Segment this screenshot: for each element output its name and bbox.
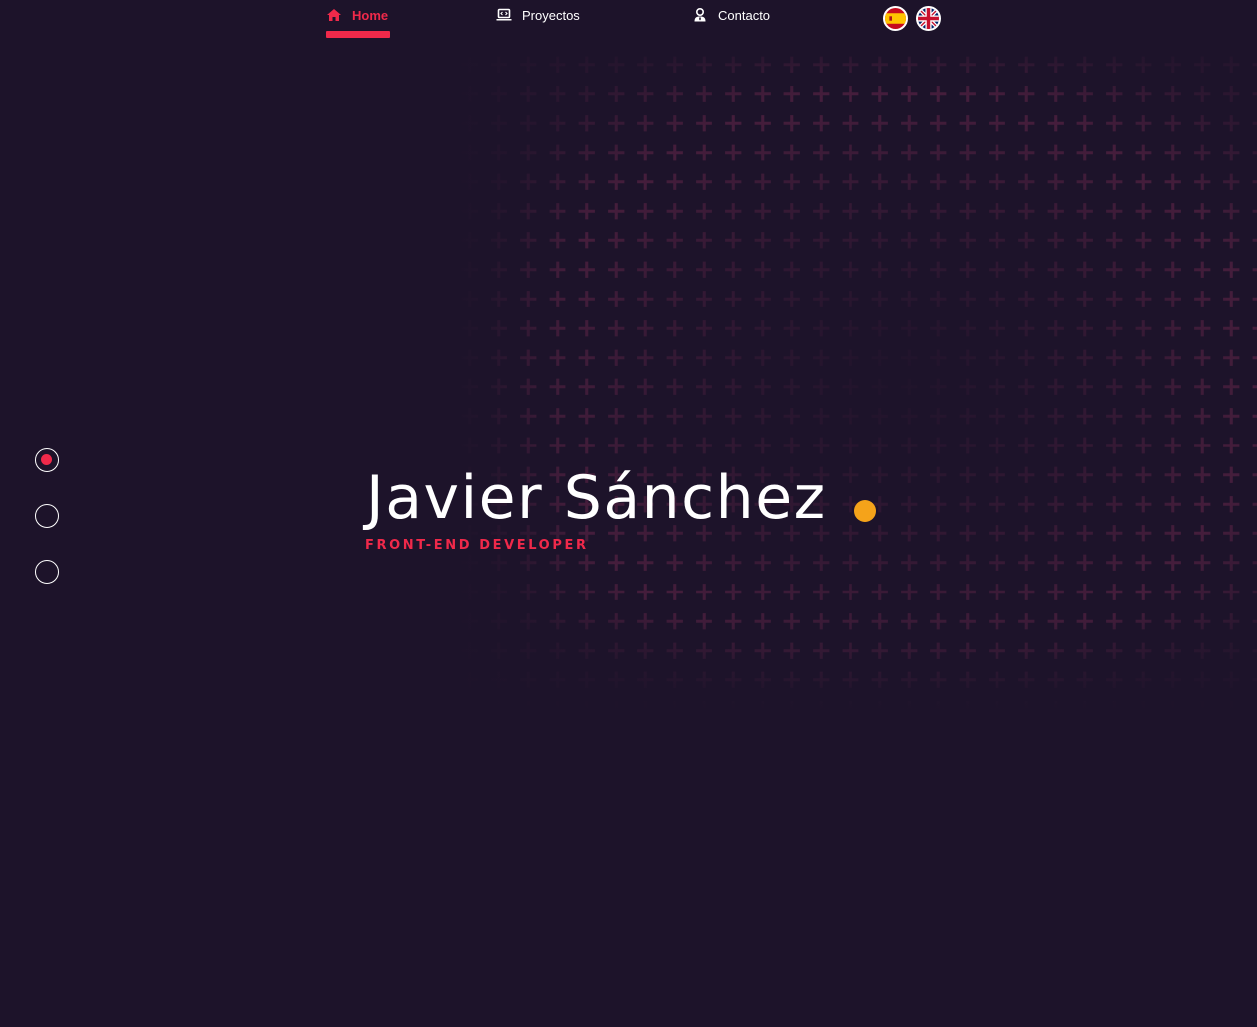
spain-flag-icon[interactable] xyxy=(883,6,908,31)
laptop-code-icon xyxy=(496,7,512,25)
hero-name: Javier Sánchez xyxy=(366,463,827,533)
home-icon xyxy=(326,7,342,25)
top-nav: Home Proyectos Contacto xyxy=(0,0,1257,44)
nav-item-home[interactable]: Home xyxy=(326,7,390,39)
nav-item-contacto[interactable]: Contacto xyxy=(692,7,770,39)
pattern-fade xyxy=(455,50,1257,90)
nav-item-label: Contacto xyxy=(718,8,771,23)
page: Home Proyectos Contacto Javier Sánchez F… xyxy=(0,0,1257,1027)
hero-role: FRONT-END DEVELOPER xyxy=(365,538,589,553)
accent-dot xyxy=(854,500,876,522)
section-dot-1[interactable] xyxy=(35,448,59,472)
user-tie-icon xyxy=(692,7,708,25)
section-dot-3[interactable] xyxy=(35,560,59,584)
uk-flag-icon[interactable] xyxy=(916,6,941,31)
pattern-fade xyxy=(455,610,1257,710)
nav-item-proyectos[interactable]: Proyectos xyxy=(496,7,580,39)
active-underline xyxy=(326,31,390,38)
nav-item-label: Home xyxy=(352,8,389,23)
nav-item-label: Proyectos xyxy=(522,8,580,23)
section-dot-2[interactable] xyxy=(35,504,59,528)
